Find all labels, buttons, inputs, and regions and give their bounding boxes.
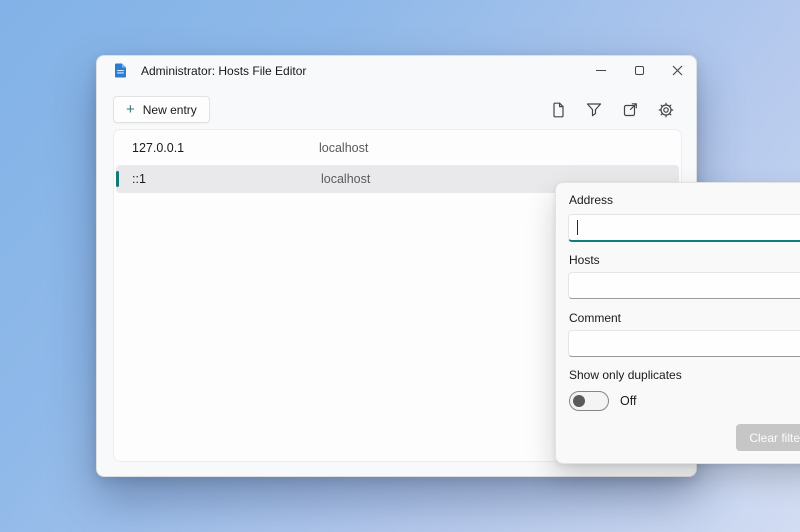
address-filter-label: Address bbox=[569, 193, 613, 207]
window-title: Administrator: Hosts File Editor bbox=[141, 64, 306, 78]
filter-button[interactable] bbox=[576, 96, 612, 123]
hosts-filter-input[interactable] bbox=[569, 279, 800, 293]
app-document-icon bbox=[114, 63, 127, 78]
hosts-filter-label: Hosts bbox=[569, 253, 600, 267]
close-button[interactable] bbox=[658, 56, 696, 85]
host-names: localhost bbox=[319, 141, 368, 155]
open-external-icon bbox=[623, 102, 638, 117]
minimize-button[interactable] bbox=[582, 56, 620, 85]
maximize-icon bbox=[635, 66, 644, 75]
plus-icon: + bbox=[126, 102, 135, 117]
toggle-knob-icon bbox=[573, 395, 585, 407]
clear-filters-button[interactable]: Clear filters bbox=[736, 424, 800, 451]
host-address: 127.0.0.1 bbox=[114, 141, 319, 155]
open-external-button[interactable] bbox=[612, 96, 648, 123]
comment-filter-field[interactable] bbox=[568, 330, 800, 357]
duplicates-toggle[interactable] bbox=[569, 391, 609, 411]
duplicates-label: Show only duplicates bbox=[569, 368, 682, 382]
address-filter-field[interactable] bbox=[568, 214, 800, 242]
maximize-button[interactable] bbox=[620, 56, 658, 85]
minimize-icon bbox=[596, 70, 606, 71]
selection-accent-bar bbox=[116, 171, 119, 187]
settings-icon bbox=[658, 102, 674, 118]
title-bar[interactable]: Administrator: Hosts File Editor bbox=[97, 56, 696, 86]
filter-icon bbox=[586, 102, 602, 117]
host-names: localhost bbox=[321, 172, 370, 186]
new-entry-label: New entry bbox=[143, 103, 197, 117]
new-entry-button[interactable]: + New entry bbox=[113, 96, 210, 123]
address-filter-input[interactable] bbox=[578, 221, 800, 235]
host-row-127-0-0-1[interactable]: 127.0.0.1 localhost bbox=[114, 130, 681, 165]
hosts-filter-field[interactable] bbox=[568, 272, 800, 299]
filter-flyout: Address Hosts Comment Show only duplicat… bbox=[555, 182, 800, 464]
close-icon bbox=[672, 65, 683, 76]
comment-filter-input[interactable] bbox=[569, 337, 800, 351]
new-file-button[interactable] bbox=[540, 96, 576, 123]
toggle-state-label: Off bbox=[620, 394, 636, 408]
comment-filter-label: Comment bbox=[569, 311, 621, 325]
settings-button[interactable] bbox=[648, 96, 684, 123]
host-address: ::1 bbox=[116, 172, 321, 186]
toolbar-icon-group bbox=[540, 96, 684, 123]
new-file-icon bbox=[551, 102, 566, 118]
app-window: Administrator: Hosts File Editor + New e… bbox=[96, 55, 697, 477]
